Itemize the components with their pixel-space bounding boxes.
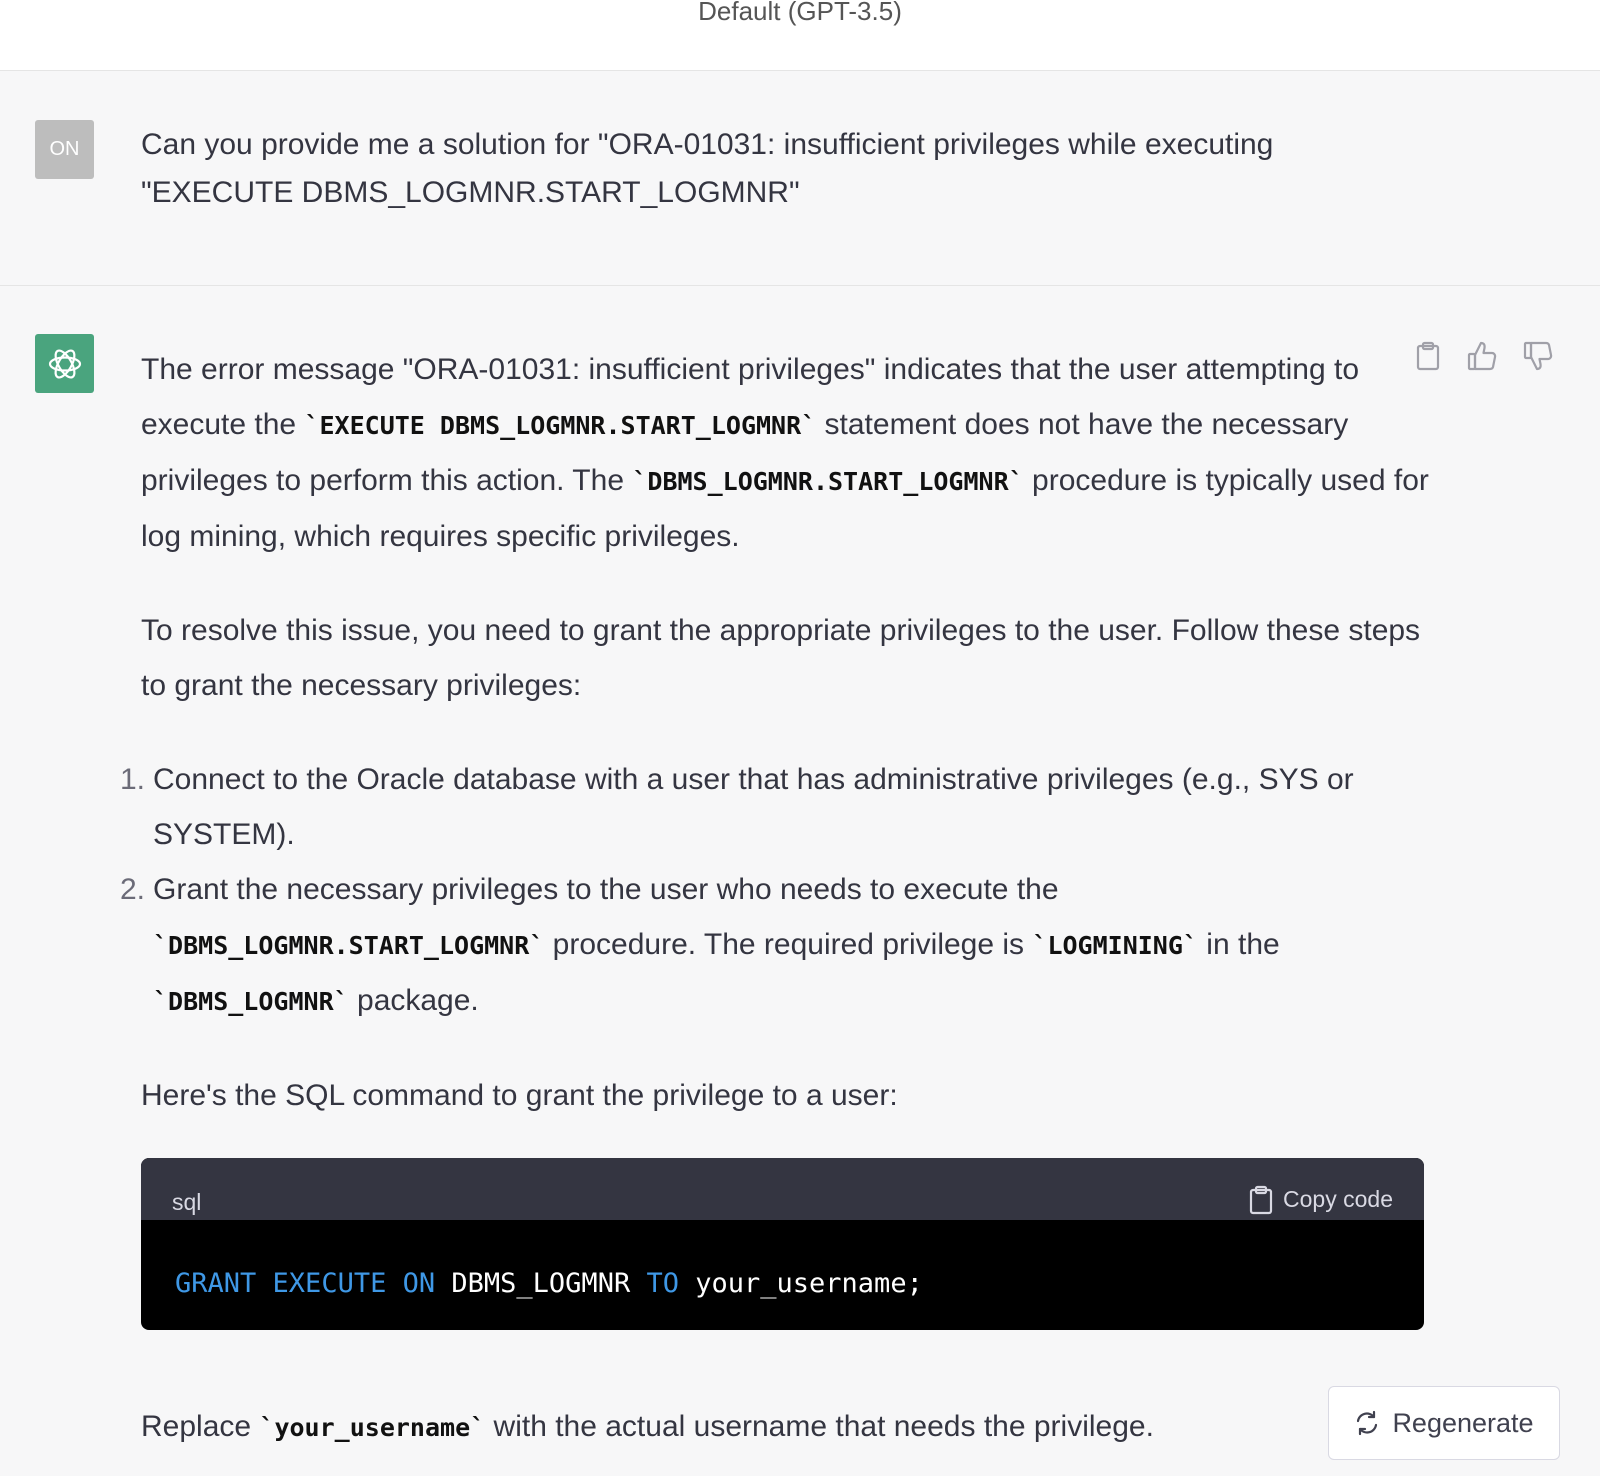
code-intro: Here's the SQL command to grant the priv… (141, 1079, 898, 1112)
assistant-message: The error message "ORA-01031: insufficie… (0, 286, 1600, 1476)
clipboard-icon (1249, 1185, 1273, 1214)
user-message-text: Can you provide me a solution for "ORA-0… (141, 121, 1471, 217)
code-keyword: EXECUTE (272, 1268, 387, 1299)
list-number: 1. (119, 763, 145, 796)
list-number: 2. (119, 873, 145, 906)
model-title: Default (GPT-3.5) (698, 0, 902, 26)
regenerate-label: Regenerate (1392, 1407, 1534, 1438)
message-actions (1410, 338, 1600, 378)
copy-code-button[interactable]: Copy code (1249, 1172, 1393, 1227)
thumbs-down-icon[interactable] (1520, 338, 1556, 374)
text: with the actual username that needs the … (485, 1410, 1154, 1443)
inline-code: `DBMS_LOGMNR.START_LOGMNR` (632, 467, 1024, 496)
list-item: 1. Connect to the Oracle database with a… (120, 752, 1431, 862)
user-text-line2: "EXECUTE DBMS_LOGMNR.START_LOGMNR" (141, 176, 800, 209)
inline-code: `DBMS_LOGMNR` (153, 987, 349, 1016)
user-message: ON Can you provide me a solution for "OR… (0, 71, 1600, 286)
user-avatar: ON (35, 120, 94, 179)
code-line: GRANT EXECUTE ON DBMS_LOGMNR TO your_use… (175, 1256, 923, 1311)
code-block-body: GRANT EXECUTE ON DBMS_LOGMNR TO your_use… (141, 1220, 1424, 1330)
list-item: 2. Grant the necessary privileges to the… (120, 862, 1431, 1029)
code-keyword: ON (402, 1268, 436, 1299)
inline-code: `EXECUTE DBMS_LOGMNR.START_LOGMNR` (304, 411, 817, 440)
inline-code: `LOGMINING` (1032, 931, 1198, 960)
steps-list: 1. Connect to the Oracle database with a… (120, 752, 1431, 1029)
paragraph-1: The error message "ORA-01031: insufficie… (141, 342, 1431, 564)
final-paragraph: Replace `your_username` with the actual … (141, 1399, 1431, 1455)
text: procedure. The required privilege is (544, 928, 1033, 961)
code-block: sql Copy code GRANT EXECUTE ON DBMS_LOGM… (141, 1158, 1424, 1330)
text: in the (1197, 928, 1280, 961)
code-identifier: DBMS_LOGMNR (451, 1268, 631, 1299)
text: Replace (141, 1410, 260, 1443)
openai-logo-icon (35, 334, 94, 393)
inline-code: `DBMS_LOGMNR.START_LOGMNR` (153, 931, 545, 960)
refresh-icon (1357, 1410, 1378, 1436)
user-text-line1: Can you provide me a solution for "ORA-0… (141, 128, 1274, 161)
list-item-text: Connect to the Oracle database with a us… (153, 763, 1354, 851)
regenerate-button[interactable]: Regenerate (1328, 1386, 1560, 1460)
text: Grant the necessary privileges to the us… (153, 873, 1059, 906)
assistant-message-content: The error message "ORA-01031: insufficie… (120, 342, 1431, 1455)
paragraph-2: To resolve this issue, you need to grant… (141, 614, 1421, 702)
top-bar: Default (GPT-3.5) (0, 0, 1600, 71)
code-keyword: TO (646, 1268, 679, 1299)
inline-code: `your_username` (259, 1413, 486, 1442)
code-identifier: your_username; (695, 1268, 923, 1299)
code-keyword: GRANT (175, 1268, 257, 1299)
copy-code-label: Copy code (1283, 1186, 1393, 1212)
code-block-header: sql Copy code (141, 1158, 1424, 1220)
thumbs-up-icon[interactable] (1464, 338, 1500, 374)
text: package. (348, 984, 479, 1017)
